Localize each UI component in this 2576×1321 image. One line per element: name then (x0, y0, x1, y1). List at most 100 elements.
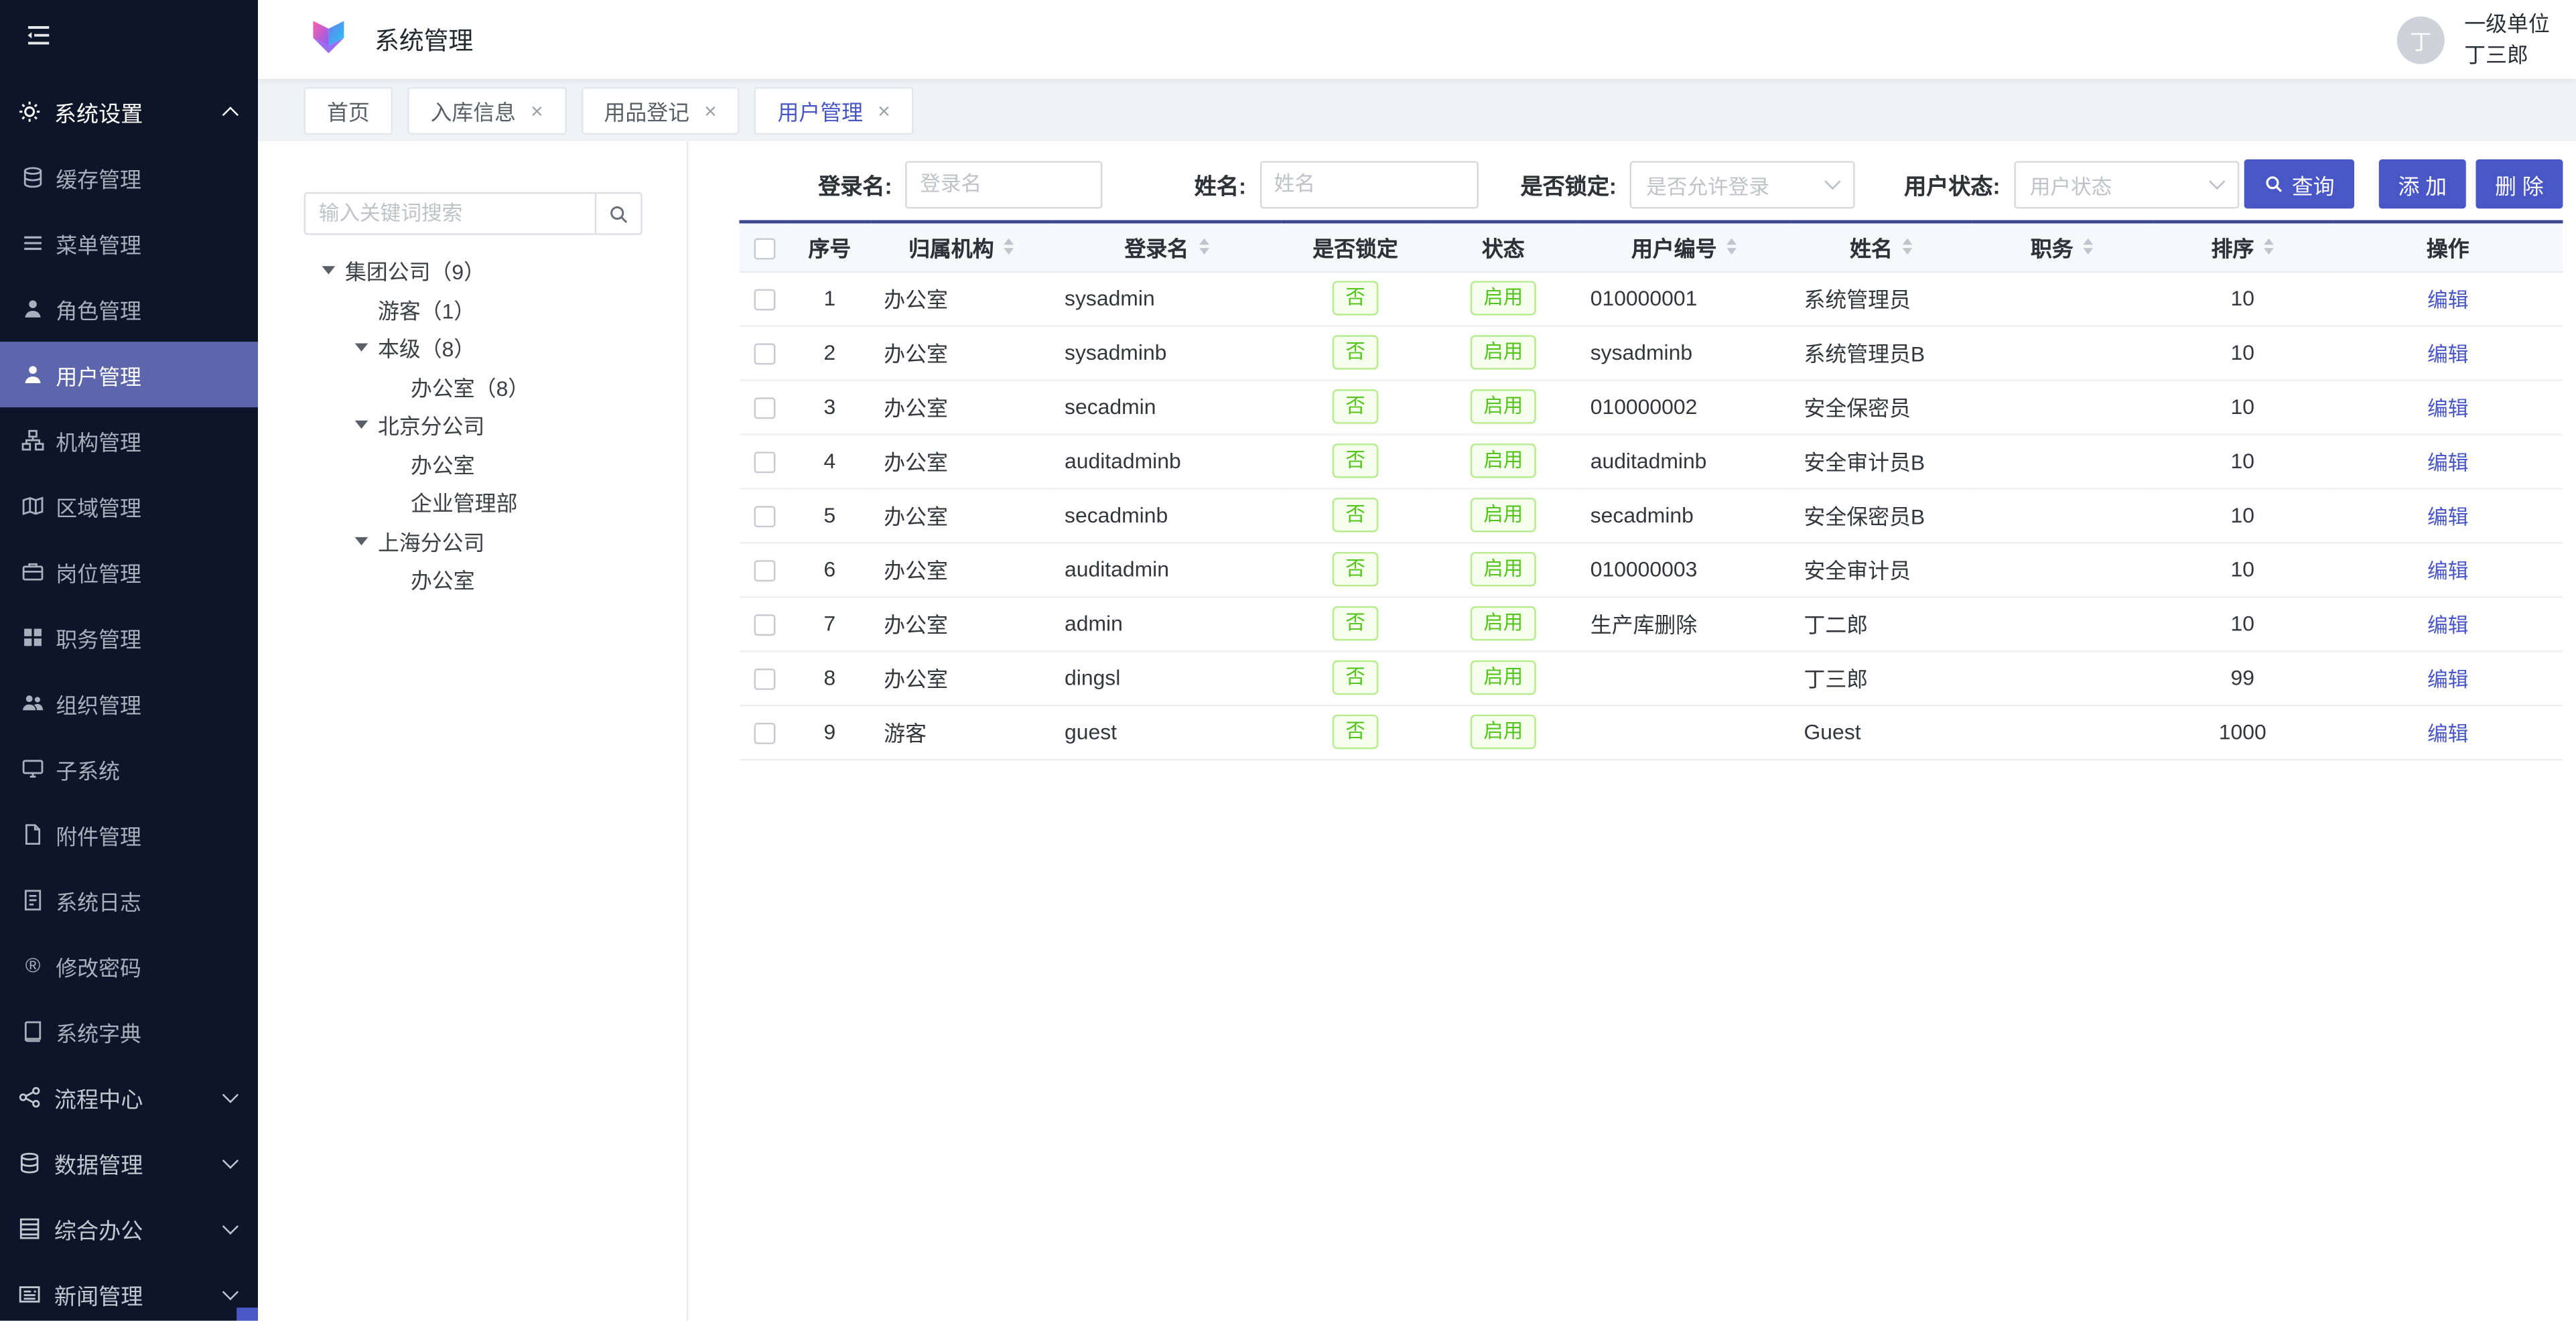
sidebar-item-password[interactable]: ® 修改密码 (0, 933, 258, 999)
table-row-5[interactable]: 5 办公室 secadminb 否 启用 secadminb 安全保密员B 10… (739, 488, 2563, 542)
sort-icon[interactable] (1199, 238, 1209, 255)
tree-node[interactable]: 办公室（8） (302, 367, 687, 406)
sidebar-group-data[interactable]: 数据管理 (0, 1130, 258, 1196)
tab-1[interactable]: 入库信息 × (407, 86, 566, 134)
column-header-7[interactable]: 职务 (1972, 222, 2153, 271)
table-row-2[interactable]: 2 办公室 sysadminb 否 启用 sysadminb 系统管理员B 10… (739, 326, 2563, 380)
sort-icon[interactable] (1004, 238, 1014, 255)
table-row-6[interactable]: 6 办公室 auditadmin 否 启用 010000003 安全审计员 10… (739, 542, 2563, 596)
sidebar-group-flow[interactable]: 流程中心 (0, 1064, 258, 1130)
sidebar-item-attachment[interactable]: 附件管理 (0, 802, 258, 867)
sidebar-item-post[interactable]: 岗位管理 (0, 539, 258, 604)
table-row-4[interactable]: 4 办公室 auditadminb 否 启用 auditadminb 安全审计员… (739, 433, 2563, 488)
add-button[interactable]: 添 加 (2379, 159, 2466, 209)
sidebar-group-office[interactable]: 综合办公 (0, 1196, 258, 1261)
edit-link[interactable]: 编辑 (2427, 669, 2468, 691)
row-checkbox[interactable] (753, 289, 774, 311)
tab-3[interactable]: 用户管理 × (754, 86, 913, 134)
tab-close-icon[interactable]: × (704, 99, 717, 121)
column-header-1[interactable]: 归属机构 (871, 222, 1052, 271)
sidebar-item-dict[interactable]: 系统字典 (0, 999, 258, 1064)
table-row-7[interactable]: 7 办公室 admin 否 启用 生产库删除 丁二郎 10 编辑 (739, 596, 2563, 650)
edit-link[interactable]: 编辑 (2427, 451, 2468, 474)
row-checkbox[interactable] (753, 614, 774, 636)
column-header-6[interactable]: 姓名 (1791, 222, 1972, 271)
edit-link[interactable]: 编辑 (2427, 344, 2468, 366)
sort-icon[interactable] (1726, 238, 1737, 255)
row-checkbox[interactable] (753, 506, 774, 527)
tree-node[interactable]: 办公室 (302, 560, 687, 599)
select-all-checkbox[interactable] (753, 238, 774, 259)
row-checkbox[interactable] (753, 344, 774, 365)
tree-node[interactable]: 本级（8） (302, 328, 687, 367)
search-button[interactable]: 查询 (2244, 159, 2354, 209)
edit-link[interactable]: 编辑 (2427, 723, 2468, 746)
cell-user-no (1577, 650, 1791, 705)
sidebar-item-group[interactable]: 组织管理 (0, 670, 258, 736)
caret-down-icon[interactable] (322, 267, 336, 275)
tree-node[interactable]: 游客（1） (302, 290, 687, 329)
sidebar-item-cache[interactable]: 缓存管理 (0, 145, 258, 210)
cell-login: auditadmin (1051, 542, 1281, 596)
sidebar-group-news[interactable]: 新闻管理 (0, 1261, 258, 1320)
row-checkbox[interactable] (753, 451, 774, 473)
status-filter-select[interactable]: 用户状态 (2013, 160, 2238, 208)
edit-link[interactable]: 编辑 (2427, 560, 2468, 583)
sidebar-scrollbar-thumb[interactable] (236, 1308, 258, 1321)
tree-node[interactable]: 北京分公司 (302, 406, 687, 445)
tree-search-input[interactable] (306, 194, 595, 233)
column-header-2[interactable]: 登录名 (1051, 222, 1281, 271)
column-header-5[interactable]: 用户编号 (1577, 222, 1791, 271)
sidebar-item-user[interactable]: 用户管理 (0, 342, 258, 407)
tree-node[interactable]: 上海分公司 (302, 522, 687, 561)
table-row-3[interactable]: 3 办公室 secadmin 否 启用 010000002 安全保密员 10 编… (739, 379, 2563, 433)
sidebar-item-duty[interactable]: 职务管理 (0, 604, 258, 670)
sidebar-item-org[interactable]: 机构管理 (0, 407, 258, 473)
sidebar-item-region[interactable]: 区域管理 (0, 473, 258, 539)
row-checkbox[interactable] (753, 669, 774, 690)
tab-2[interactable]: 用品登记 × (581, 86, 740, 134)
cell-login: auditadminb (1051, 433, 1281, 488)
sort-icon[interactable] (2083, 238, 2093, 255)
tab-0[interactable]: 首页 (304, 86, 393, 134)
sort-icon[interactable] (2264, 238, 2274, 255)
delete-button[interactable]: 删 除 (2476, 159, 2563, 209)
sidebar-item-log[interactable]: 系统日志 (0, 867, 258, 933)
tree-node[interactable]: 办公室 (302, 444, 687, 483)
column-header-3[interactable]: 是否锁定 (1282, 222, 1430, 271)
tab-close-icon[interactable]: × (878, 99, 890, 121)
user-area[interactable]: 丁 一级单位 丁三郎 (2397, 7, 2550, 72)
caret-down-icon[interactable] (355, 537, 368, 545)
avatar[interactable]: 丁 (2397, 15, 2445, 63)
cache-icon (21, 166, 44, 189)
sidebar-section-system-settings[interactable]: 系统设置 (0, 79, 258, 145)
tree-node[interactable]: 企业管理部 (302, 483, 687, 522)
caret-down-icon[interactable] (355, 421, 368, 429)
column-header-8[interactable]: 排序 (2152, 222, 2333, 271)
edit-link[interactable]: 编辑 (2427, 289, 2468, 312)
column-header-9[interactable]: 操作 (2333, 222, 2563, 271)
row-checkbox[interactable] (753, 560, 774, 581)
sidebar-item-role[interactable]: 角色管理 (0, 276, 258, 342)
caret-down-icon[interactable] (355, 344, 368, 352)
table-row-9[interactable]: 9 游客 guest 否 启用 Guest 1000 编辑 (739, 705, 2563, 759)
sort-icon[interactable] (1903, 238, 1913, 255)
menu-fold-icon[interactable] (25, 21, 53, 58)
table-row-1[interactable]: 1 办公室 sysadmin 否 启用 010000001 系统管理员 10 编… (739, 271, 2563, 326)
column-header-4[interactable]: 状态 (1429, 222, 1577, 271)
sidebar-item-menu[interactable]: 菜单管理 (0, 210, 258, 276)
edit-link[interactable]: 编辑 (2427, 397, 2468, 420)
tree-node[interactable]: 集团公司（9） (302, 251, 687, 290)
lock-filter-select[interactable]: 是否允许登录 (1630, 160, 1855, 208)
column-header-0[interactable]: 序号 (789, 222, 871, 271)
sidebar-item-subsystem[interactable]: 子系统 (0, 736, 258, 802)
search-icon[interactable] (595, 194, 641, 233)
edit-link[interactable]: 编辑 (2427, 506, 2468, 529)
tab-close-icon[interactable]: × (531, 99, 543, 121)
edit-link[interactable]: 编辑 (2427, 614, 2468, 637)
name-filter-input[interactable] (1260, 160, 1478, 208)
login-filter-input[interactable] (905, 160, 1102, 208)
row-checkbox[interactable] (753, 398, 774, 419)
row-checkbox[interactable] (753, 723, 774, 744)
table-row-8[interactable]: 8 办公室 dingsl 否 启用 丁三郎 99 编辑 (739, 650, 2563, 705)
